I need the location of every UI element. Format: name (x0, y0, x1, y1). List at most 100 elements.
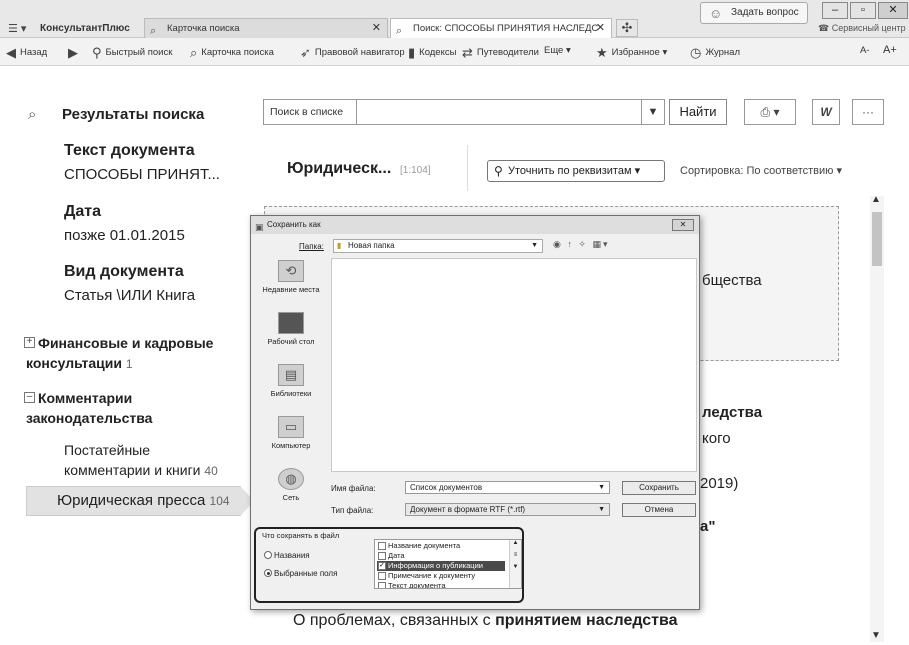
item-count: 1 (125, 357, 133, 371)
up-folder-icon[interactable]: ↑ (567, 239, 574, 249)
chevron-down-icon[interactable]: ▼ (598, 482, 605, 493)
fields-list[interactable]: Название документа Дата ✓ Информация о пу… (374, 539, 522, 589)
libraries-icon: ▤ (278, 364, 304, 386)
tab-label: Карточка поиска (167, 23, 240, 34)
word-export-button[interactable]: W (812, 99, 840, 125)
back-button[interactable]: ◀ Назад (6, 45, 47, 61)
font-decrease-button[interactable]: A- (860, 45, 870, 56)
expand-icon[interactable]: + (24, 337, 35, 348)
maximize-button[interactable]: ▫ (850, 2, 876, 19)
tree-item-financial[interactable]: Финансовые и кадровые (38, 333, 213, 353)
book-icon: ▮ (408, 45, 416, 60)
codes-button[interactable]: ▮ Кодексы (408, 45, 456, 61)
tab-search-results[interactable]: ⌕ Поиск: СПОСОБЫ ПРИНЯТИЯ НАСЛЕДС ✕ (390, 18, 612, 39)
folder-select[interactable]: ▮ Новая папка ▼ (333, 239, 543, 253)
search-card-button[interactable]: ⌕ Карточка поиска (190, 45, 274, 61)
minimize-button[interactable]: – (822, 2, 848, 19)
sub-item-legal-press[interactable]: Юридическая пресса 104 (26, 486, 254, 516)
filetype-select[interactable]: Документ в формате RTF (*.rtf) ▼ (405, 503, 610, 516)
scroll-down-icon[interactable]: ▼ (871, 630, 881, 641)
place-desktop[interactable]: Рабочий стол (255, 312, 327, 346)
cancel-button[interactable]: Отмена (622, 503, 696, 517)
chevron-down-icon: ▼ (531, 242, 538, 249)
scrollbar-thumb[interactable] (872, 212, 882, 266)
main-menu-button[interactable]: ☰ ▾ (8, 22, 34, 38)
back-arrow-icon: ◀ (6, 45, 16, 60)
toolbar: ◀ Назад ▶ ⚲ Быстрый поиск ⌕ Карточка поиска… (0, 38, 909, 66)
place-libraries[interactable]: ▤ Библиотеки (255, 364, 327, 398)
document-title[interactable]: О проблемах, связанных с принятием насле… (293, 612, 678, 630)
field-item[interactable]: Дата (377, 551, 505, 561)
legal-navigator-button[interactable]: ➶ Правовой навигатор (300, 45, 405, 61)
criterion-heading: Дата (64, 203, 102, 220)
checkbox[interactable] (378, 572, 386, 580)
criterion-value[interactable]: позже 01.01.2015 (64, 227, 185, 244)
field-item[interactable]: Название документа (377, 541, 505, 551)
checkbox[interactable] (378, 542, 386, 550)
view-menu-icon[interactable]: ▦▾ (592, 239, 609, 249)
guides-button[interactable]: ⇄ Путеводители (462, 45, 539, 61)
codes-label: Кодексы (419, 47, 457, 58)
tab-search-card[interactable]: ⌕ Карточка поиска ✕ (144, 18, 388, 38)
field-item[interactable]: Текст документа (377, 581, 505, 588)
service-center-link[interactable]: ☎ Сервисный центр (818, 23, 906, 34)
file-list[interactable] (331, 258, 697, 472)
list-search-label: Поиск в списке (264, 100, 357, 124)
checkbox[interactable] (378, 582, 386, 588)
tree-item-commentary[interactable]: Комментарии (38, 388, 132, 408)
checkbox[interactable]: ✓ (378, 562, 386, 570)
filetype-value: Документ в формате RTF (*.rtf) (410, 505, 526, 514)
close-icon[interactable]: ✕ (372, 19, 381, 38)
section-count: [1:104] (400, 165, 431, 176)
new-folder-icon[interactable]: ✧ (578, 239, 588, 249)
sort-selector[interactable]: Сортировка: По соответствию ▾ (680, 164, 842, 177)
journal-button[interactable]: ◷ Журнал (690, 45, 740, 61)
more-menu[interactable]: Еще ▾ (544, 45, 571, 56)
criterion-value[interactable]: Статья \ИЛИ Книга (64, 287, 195, 304)
quick-search-button[interactable]: ⚲ Быстрый поиск (92, 45, 172, 61)
criterion-value[interactable]: СПОСОБЫ ПРИНЯТ... (64, 166, 220, 183)
close-icon[interactable]: ✕ (596, 19, 605, 38)
new-tab-button[interactable]: ✣ (616, 19, 638, 37)
dialog-title-bar: ▣ Сохранить как ✕ (251, 216, 699, 234)
item-count: 40 (204, 464, 218, 478)
forward-button[interactable]: ▶ (68, 45, 82, 61)
back-icon[interactable]: ◉ (553, 239, 563, 249)
more-options-button[interactable]: ··· (852, 99, 884, 125)
field-label: Информация о публикации (388, 561, 483, 570)
save-button[interactable]: Сохранить (622, 481, 696, 495)
search-dropdown-button[interactable]: ▼ (641, 99, 665, 125)
fields-scrollbar[interactable]: ▲ ≡ ▼ (509, 540, 521, 588)
radio-selected-fields[interactable]: Выбранные поля (264, 569, 337, 578)
tree-item-financial-line2[interactable]: консультации 1 (26, 353, 133, 374)
ask-question-button[interactable]: ☺ Задать вопрос (700, 2, 808, 24)
sub-item-article-commentary[interactable]: Постатейные (64, 440, 150, 460)
filename-input[interactable]: Список документов ▼ (405, 481, 610, 494)
collapse-icon[interactable]: – (24, 392, 35, 403)
place-label: Недавние места (262, 285, 320, 294)
tree-item-commentary-line2[interactable]: законодательства (26, 408, 152, 428)
journal-label: Журнал (705, 47, 741, 58)
tree-item-label: консультации (26, 355, 122, 371)
print-button[interactable]: ⎙ ▾ (744, 99, 796, 125)
radio-titles[interactable]: Названия (264, 551, 310, 560)
find-button[interactable]: Найти (669, 99, 727, 125)
place-label: Компьютер (271, 441, 311, 450)
favorites-menu[interactable]: ★ Избранное ▾ (596, 45, 667, 61)
refine-by-attributes-button[interactable]: ⚲ Уточнить по реквизитам ▾ (487, 160, 665, 182)
field-item[interactable]: ✓ Информация о публикации (377, 561, 505, 571)
place-computer[interactable]: ▭ Компьютер (255, 416, 327, 450)
sub-item-article-commentary-line2[interactable]: комментарии и книги 40 (64, 460, 218, 481)
document-text-fragment: ледства (702, 404, 763, 421)
font-increase-button[interactable]: A+ (883, 44, 897, 56)
close-window-button[interactable]: ✕ (878, 2, 908, 19)
recent-places-icon: ⟲ (278, 260, 304, 282)
place-recent[interactable]: ⟲ Недавние места (255, 260, 327, 294)
place-network[interactable]: ◍ Сеть (255, 468, 327, 502)
close-icon[interactable]: ✕ (672, 219, 694, 231)
field-item[interactable]: Примечание к документу (377, 571, 505, 581)
checkbox[interactable] (378, 552, 386, 560)
section-title: Юридическ... (287, 160, 392, 177)
scroll-up-icon[interactable]: ▲ (871, 194, 881, 205)
radio-label: Выбранные поля (274, 569, 338, 578)
